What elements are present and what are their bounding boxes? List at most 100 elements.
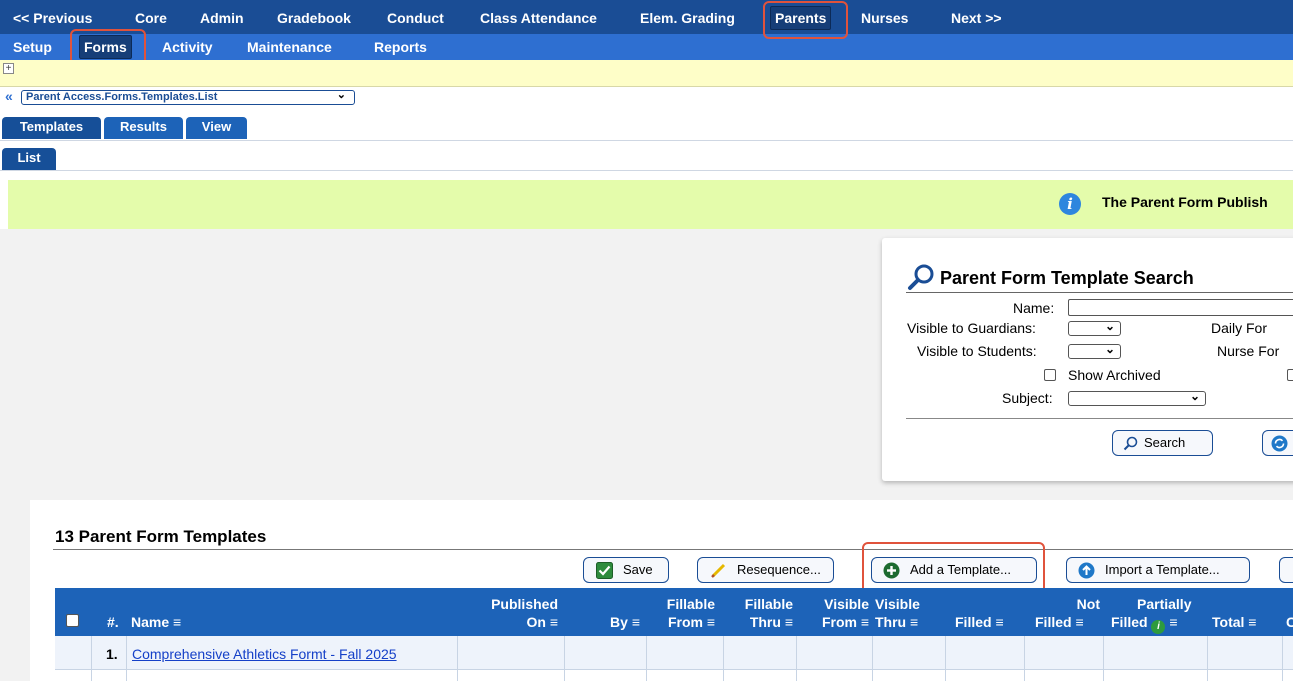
col-by[interactable]: By ≡ [565,614,640,630]
resequence-button[interactable]: Resequence... [697,557,834,583]
import-template-button[interactable]: Import a Template... [1066,557,1250,583]
chevron-down-icon: ⌄ [1104,342,1115,356]
col-fillable-thru[interactable]: Thru ≡ [717,614,793,630]
col-sep [1282,636,1283,681]
col-published-line1: Published [491,596,558,612]
save-button[interactable]: Save [583,557,669,583]
subtab-list[interactable]: List [2,148,56,170]
subnav-activity[interactable]: Activity [162,38,213,56]
pencil-icon [711,563,726,578]
nav-nurses[interactable]: Nurses [861,9,908,27]
col-published[interactable]: On ≡ [483,614,558,630]
col-sep [872,636,873,681]
nav-previous[interactable]: << Previous [13,9,92,27]
save-button-label: Save [623,562,653,577]
tab-divider [0,140,1293,141]
search-icon [1123,436,1138,451]
col-name[interactable]: Name ≡ [131,614,181,630]
template-name-link[interactable]: Comprehensive Athletics Formt - Fall 202… [132,646,397,662]
toolbar-strip: + [0,60,1293,87]
nav-next[interactable]: Next >> [951,9,1002,27]
magnifier-icon [908,264,934,290]
col-num: #. [107,614,119,630]
info-banner [8,180,1293,229]
col-sep [796,636,797,681]
col-filled[interactable]: Filled ≡ [955,614,1004,630]
checkmark-icon [596,562,613,579]
nav-admin[interactable]: Admin [200,9,244,27]
col-sep [646,636,647,681]
col-total[interactable]: Total ≡ [1212,614,1256,630]
add-template-button[interactable]: Add a Template... [871,557,1037,583]
subject-select[interactable]: ⌄ [1068,389,1206,406]
visible-students-select[interactable]: ⌄ [1068,342,1121,359]
table-row: 1. Comprehensive Athletics Formt - Fall … [55,636,1293,670]
show-archived-checkbox[interactable] [1044,369,1056,381]
col-sep [1103,636,1104,681]
info-banner-text: The Parent Form Publish [1102,194,1268,210]
nurse-form-label: Nurse For [1217,343,1280,359]
expand-icon[interactable]: + [3,63,14,74]
more-button[interactable] [1279,557,1293,583]
col-sep [457,636,458,681]
subnav-setup[interactable]: Setup [13,38,52,56]
nav-elem-grading[interactable]: Elem. Grading [640,9,735,27]
results-title: 13 Parent Form Templates [55,527,267,546]
primary-nav: << Previous Core Admin Gradebook Conduct… [0,0,1293,34]
subtab-divider [0,170,1293,171]
subnav-forms[interactable]: Forms [79,35,132,59]
row-num: 1. [106,646,118,662]
nav-conduct[interactable]: Conduct [387,9,444,27]
refresh-button[interactable] [1262,430,1293,456]
col-fillable-from-line1: Fillable [666,596,715,612]
name-input[interactable] [1068,299,1293,316]
add-template-button-label: Add a Template... [910,562,1011,577]
col-fillable-thru-line1: Fillable [744,596,793,612]
col-not-filled[interactable]: Filled ≡ [1035,614,1084,630]
back-chevron-icon[interactable]: « [5,88,13,104]
col-cut: C [1286,614,1293,630]
breadcrumb: « Parent Access.Forms.Templates.List ⌄ [0,88,1293,108]
nav-parents[interactable]: Parents [770,6,832,30]
col-visible-thru[interactable]: Thru ≡ [875,614,918,630]
page-path-select[interactable]: Parent Access.Forms.Templates.List ⌄ [21,89,355,105]
partial-checkbox[interactable] [1287,369,1293,381]
col-partially-filled[interactable]: Filled i ≡ [1111,614,1178,634]
tab-view[interactable]: View [186,117,247,139]
nav-core[interactable]: Core [135,9,167,27]
chevron-down-icon: ⌄ [336,89,346,101]
col-partially-line1: Partially [1137,596,1192,612]
table-header: #. Name ≡ Published On ≡ By ≡ Fillable F… [55,588,1293,636]
search-title-divider [906,292,1293,293]
col-sep [1207,636,1208,681]
refresh-icon [1271,435,1288,452]
nav-class-attendance[interactable]: Class Attendance [480,9,597,27]
upload-icon [1078,562,1095,579]
search-divider [906,418,1293,419]
table-row [55,670,1293,681]
col-fillable-from[interactable]: From ≡ [640,614,715,630]
search-button[interactable]: Search [1112,430,1213,456]
search-button-label: Search [1144,435,1186,450]
col-not-filled-line1: Not [1076,596,1100,612]
col-sep [723,636,724,681]
visible-students-label: Visible to Students: [917,343,1037,359]
chevron-down-icon: ⌄ [1189,389,1200,403]
col-visible-thru-line1: Visible [875,596,920,612]
tab-results[interactable]: Results [104,117,183,139]
nav-gradebook[interactable]: Gradebook [277,9,351,27]
tab-templates[interactable]: Templates [2,117,101,139]
subnav-reports[interactable]: Reports [374,38,427,56]
import-template-button-label: Import a Template... [1105,562,1220,577]
subject-label: Subject: [1002,390,1053,406]
col-visible-from[interactable]: From ≡ [795,614,869,630]
plus-circle-icon [883,562,900,579]
info-icon[interactable]: i [1151,620,1166,634]
select-all-checkbox[interactable] [66,614,79,627]
col-sep [126,636,127,681]
visible-guardians-select[interactable]: ⌄ [1068,319,1121,336]
col-sep [91,636,92,681]
subnav-maintenance[interactable]: Maintenance [247,38,332,56]
col-sep [564,636,565,681]
secondary-nav: Setup Forms Activity Maintenance Reports [0,34,1293,60]
